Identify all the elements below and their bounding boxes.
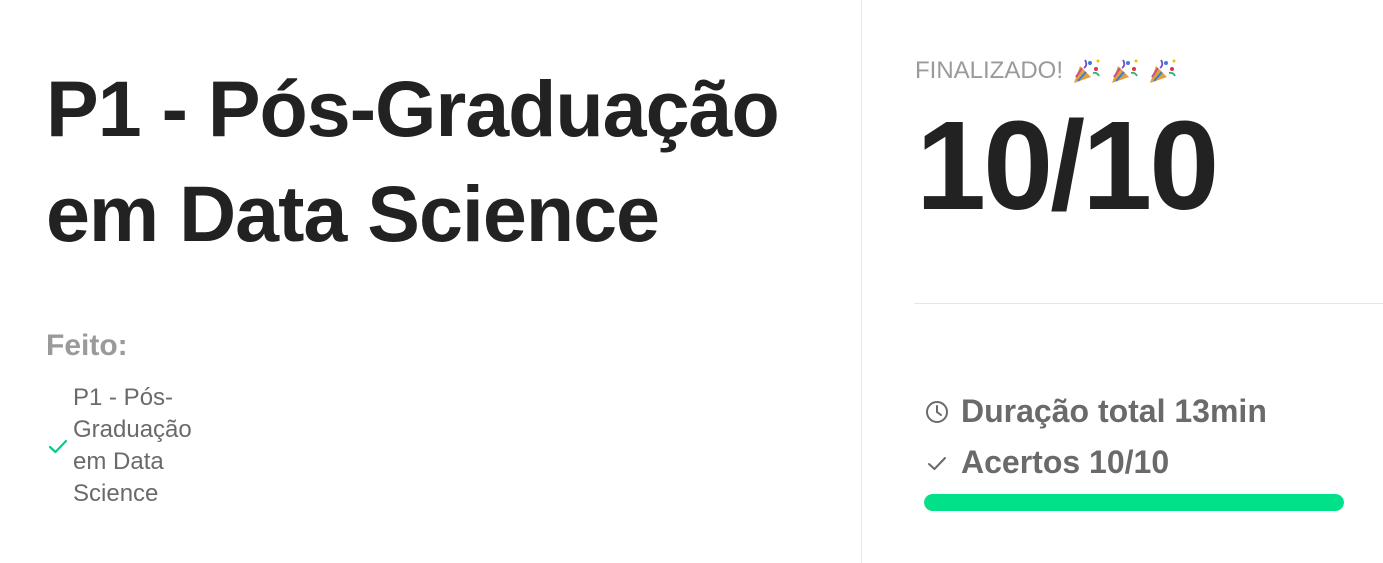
status-text: FINALIZADO! (915, 57, 1064, 84)
done-list-item: P1 - Pós-Graduação em Data Science (46, 382, 246, 510)
duration-stat: Duração total 13min (924, 393, 1267, 430)
result-panel: FINALIZADO! 10/10 Duração total 13min Ac… (862, 0, 1383, 563)
party-popper-icon (1150, 59, 1176, 83)
page-title: P1 - Pós-Graduação em Data Science (46, 64, 780, 258)
status-line: FINALIZADO! (915, 57, 1177, 85)
party-popper-icon (1074, 59, 1100, 83)
check-icon (928, 456, 946, 470)
clock-icon (926, 400, 948, 423)
results-page: P1 - Pós-Graduação em Data Science Feito… (0, 0, 1383, 563)
exam-panel: P1 - Pós-Graduação em Data Science Feito… (0, 0, 861, 563)
done-item-label: P1 - Pós-Graduação em Data Science (73, 384, 192, 507)
hits-stat: Acertos 10/10 (924, 444, 1169, 481)
score-progress-fill (924, 494, 1344, 511)
section-divider (914, 303, 1383, 304)
done-label: Feito: (46, 329, 128, 362)
check-icon (48, 439, 68, 454)
party-popper-icon (1112, 59, 1138, 83)
score-value: 10/10 (916, 95, 1219, 236)
duration-text: Duração total 13min (961, 393, 1267, 429)
hits-text: Acertos 10/10 (961, 444, 1170, 480)
score-progress-bar (924, 494, 1344, 511)
